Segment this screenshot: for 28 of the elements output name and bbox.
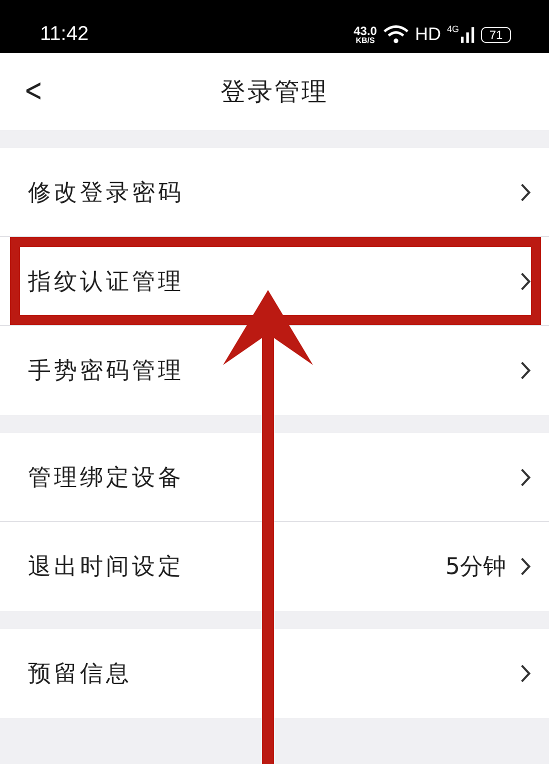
row-label: 退出时间设定 [28,553,185,582]
settings-row[interactable]: 修改登录密码 [0,148,549,237]
network-speed: 43.0 [354,24,377,36]
row-label: 管理绑定设备 [28,464,185,492]
battery-level: 71 [489,28,503,40]
row-label: 预留信息 [28,660,133,689]
chevron-icon [520,182,531,202]
settings-row[interactable]: 退出时间设定 5分钟 [0,522,549,611]
row-value: 5分钟 [445,553,506,582]
settings-row[interactable]: 指纹认证管理 [0,237,549,326]
settings-row[interactable]: 手势密码管理 [0,326,549,415]
status-time: 11:42 [40,23,89,46]
chevron-icon [520,468,531,486]
wifi-icon [382,25,409,44]
row-label: 手势密码管理 [28,357,185,386]
hd-label: HD [414,24,441,45]
chevron-icon [520,664,531,683]
settings-row[interactable]: 预留信息 [0,629,549,718]
speed-unit: KB/S [356,36,375,44]
network-type: 4G [446,24,459,34]
row-label: 修改登录密码 [28,178,185,208]
row-label: 指纹认证管理 [28,268,185,296]
back-button[interactable]: < [20,71,47,109]
page-title: 登录管理 [220,76,328,108]
chevron-icon [520,272,531,290]
signal-icon [461,26,475,44]
chevron-icon [520,557,531,576]
chevron-icon [520,361,531,380]
